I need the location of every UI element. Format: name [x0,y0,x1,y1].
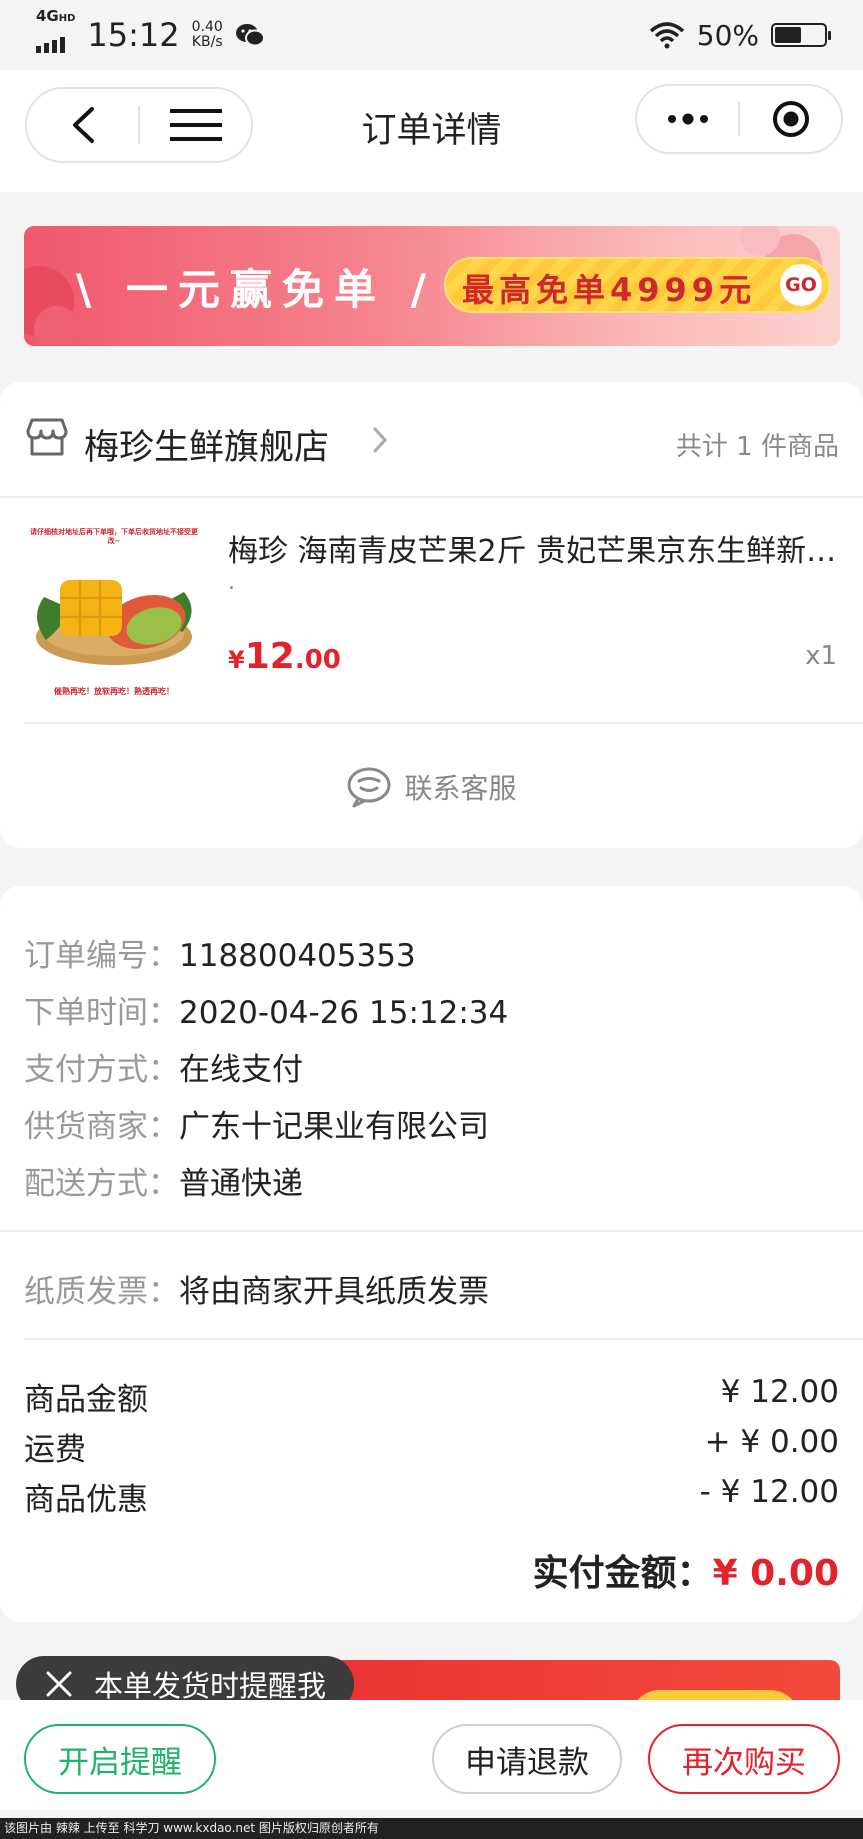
network-indicator: 4GHD [36,9,75,61]
clock: 15:12 [87,16,180,54]
discount-value: - ¥ 12.00 [699,1474,839,1510]
battery-percent: 50% [696,18,759,52]
product-quantity: x1 [805,641,837,671]
more-dots-icon [667,113,708,125]
buy-again-button[interactable]: 再次购买 [648,1724,840,1794]
payment-method-row: 支付方式：在线支付 [24,1044,303,1089]
wifi-icon [649,22,684,49]
speed-value: 0.40 [191,19,223,35]
banner-cta[interactable]: 最高免单4999元 GO [444,257,830,313]
payment-method-label: 支付方式： [24,1052,179,1088]
goods-amount-label: 商品金额 [24,1382,148,1418]
price-symbol: ¥ [228,646,245,674]
toast-text: 本单发货时提醒我 [94,1669,327,1703]
network-speed: 0.40 KB/s [192,20,223,50]
chevron-right-icon [373,427,387,453]
store-header[interactable]: 梅珍生鲜旗舰店 共计 1 件商品 [0,382,863,498]
decor-petal [34,306,80,346]
order-info-card: 订单编号：118800405353 下单时间：2020-04-26 15:12:… [0,886,863,1622]
mango-image [36,580,192,665]
shipping-fee-label: 运费 [24,1432,86,1468]
go-badge: GO [780,264,822,306]
price-decimal: .00 [294,645,341,675]
network-type: 4G [36,7,59,25]
payment-method-value: 在线支付 [179,1052,303,1088]
divider [24,1338,863,1340]
order-time-value: 2020-04-26 15:12:34 [179,995,509,1031]
order-time-label: 下单时间： [24,995,179,1031]
divider [24,722,863,724]
battery-icon [771,23,831,47]
invoice-label: 纸质发票： [24,1274,179,1310]
enable-reminder-button[interactable]: 开启提醒 [24,1724,216,1794]
network-hd: HD [58,13,76,24]
more-button[interactable] [637,86,738,152]
order-number-label: 订单编号： [24,938,179,974]
product-image-caption-bottom: 催熟再吃！放软再吃！熟透再吃！ [54,687,174,696]
contact-service-label: 联系客服 [404,772,517,805]
supplier-label: 供货商家： [24,1109,179,1145]
shipping-fee-value: + ¥ 0.00 [704,1424,839,1460]
order-time-row: 下单时间：2020-04-26 15:12:34 [24,987,508,1032]
refund-button[interactable]: 申请退款 [432,1724,622,1794]
divider [0,1230,863,1232]
order-number-value: 118800405353 [179,938,416,974]
delivery-method-label: 配送方式： [24,1166,179,1202]
battery-fill [775,27,801,43]
total-paid-label: 实付金额： [532,1553,713,1594]
close-miniprogram-button[interactable] [740,86,841,152]
customer-service-icon [347,767,391,808]
banner-cta-text: 最高免单4999元 [462,271,757,309]
invoice-row: 纸质发票：将由商家开具纸质发票 [24,1266,489,1311]
delivery-method-value: 普通快递 [179,1166,303,1202]
total-paid-value: ¥ 0.00 [712,1553,839,1594]
bottom-action-bar: 开启提醒 申请退款 再次购买 [0,1700,863,1810]
supplier-row: 供货商家：广东十记果业有限公司 [24,1101,489,1146]
watermark-text: 该图片由 辣辣 上传至 科学刀 www.kxdao.net 图片版权归原创者所有 [0,1818,863,1839]
navigation-bar: 订单详情 [0,70,863,192]
discount-label: 商品优惠 [24,1482,148,1518]
goods-amount-value: ¥ 12.00 [720,1374,839,1410]
product-title[interactable]: 梅珍 海南青皮芒果2斤 贵妃芒果京东生鲜新鲜水果 [228,526,842,570]
product-image[interactable]: 请仔细核对地址后再下单哦，下单后收货地址不接受更改~ 催熟再吃！放软再吃！熟透再… [24,522,204,702]
delivery-method-row: 配送方式：普通快递 [24,1158,303,1203]
product-price: ¥12.00 [228,636,341,677]
order-number-row: 订单编号：118800405353 [24,930,416,975]
promo-banner[interactable]: \ 一元赢免单 / 最高免单4999元 GO [24,226,840,346]
supplier-value: 广东十记果业有限公司 [179,1109,489,1145]
banner-title: \ 一元赢免单 / [76,265,436,314]
wechat-icon [235,24,265,47]
invoice-value: 将由商家开具纸质发票 [179,1274,489,1310]
signal-icon [36,37,65,53]
store-card: 梅珍生鲜旗舰店 共计 1 件商品 请仔细核对地址后再下单哦，下单后收货地址不接受… [0,382,863,848]
product-image-caption-top: 请仔细核对地址后再下单哦，下单后收货地址不接受更改~ [30,528,198,545]
contact-service-button[interactable]: 联系客服 [0,766,863,808]
item-count: 共计 1 件商品 [675,432,839,462]
close-icon[interactable] [46,1671,72,1697]
nav-right-capsule [635,84,843,154]
store-icon [26,418,68,456]
status-bar: 4GHD 15:12 0.40 KB/s 50% [0,0,863,70]
total-paid: 实付金额：¥ 0.00 [533,1544,839,1596]
speed-unit: KB/s [191,34,223,50]
target-icon [772,101,809,137]
store-name: 梅珍生鲜旗舰店 [84,428,330,468]
price-integer: 12 [244,636,295,677]
product-spec: . [228,570,235,595]
